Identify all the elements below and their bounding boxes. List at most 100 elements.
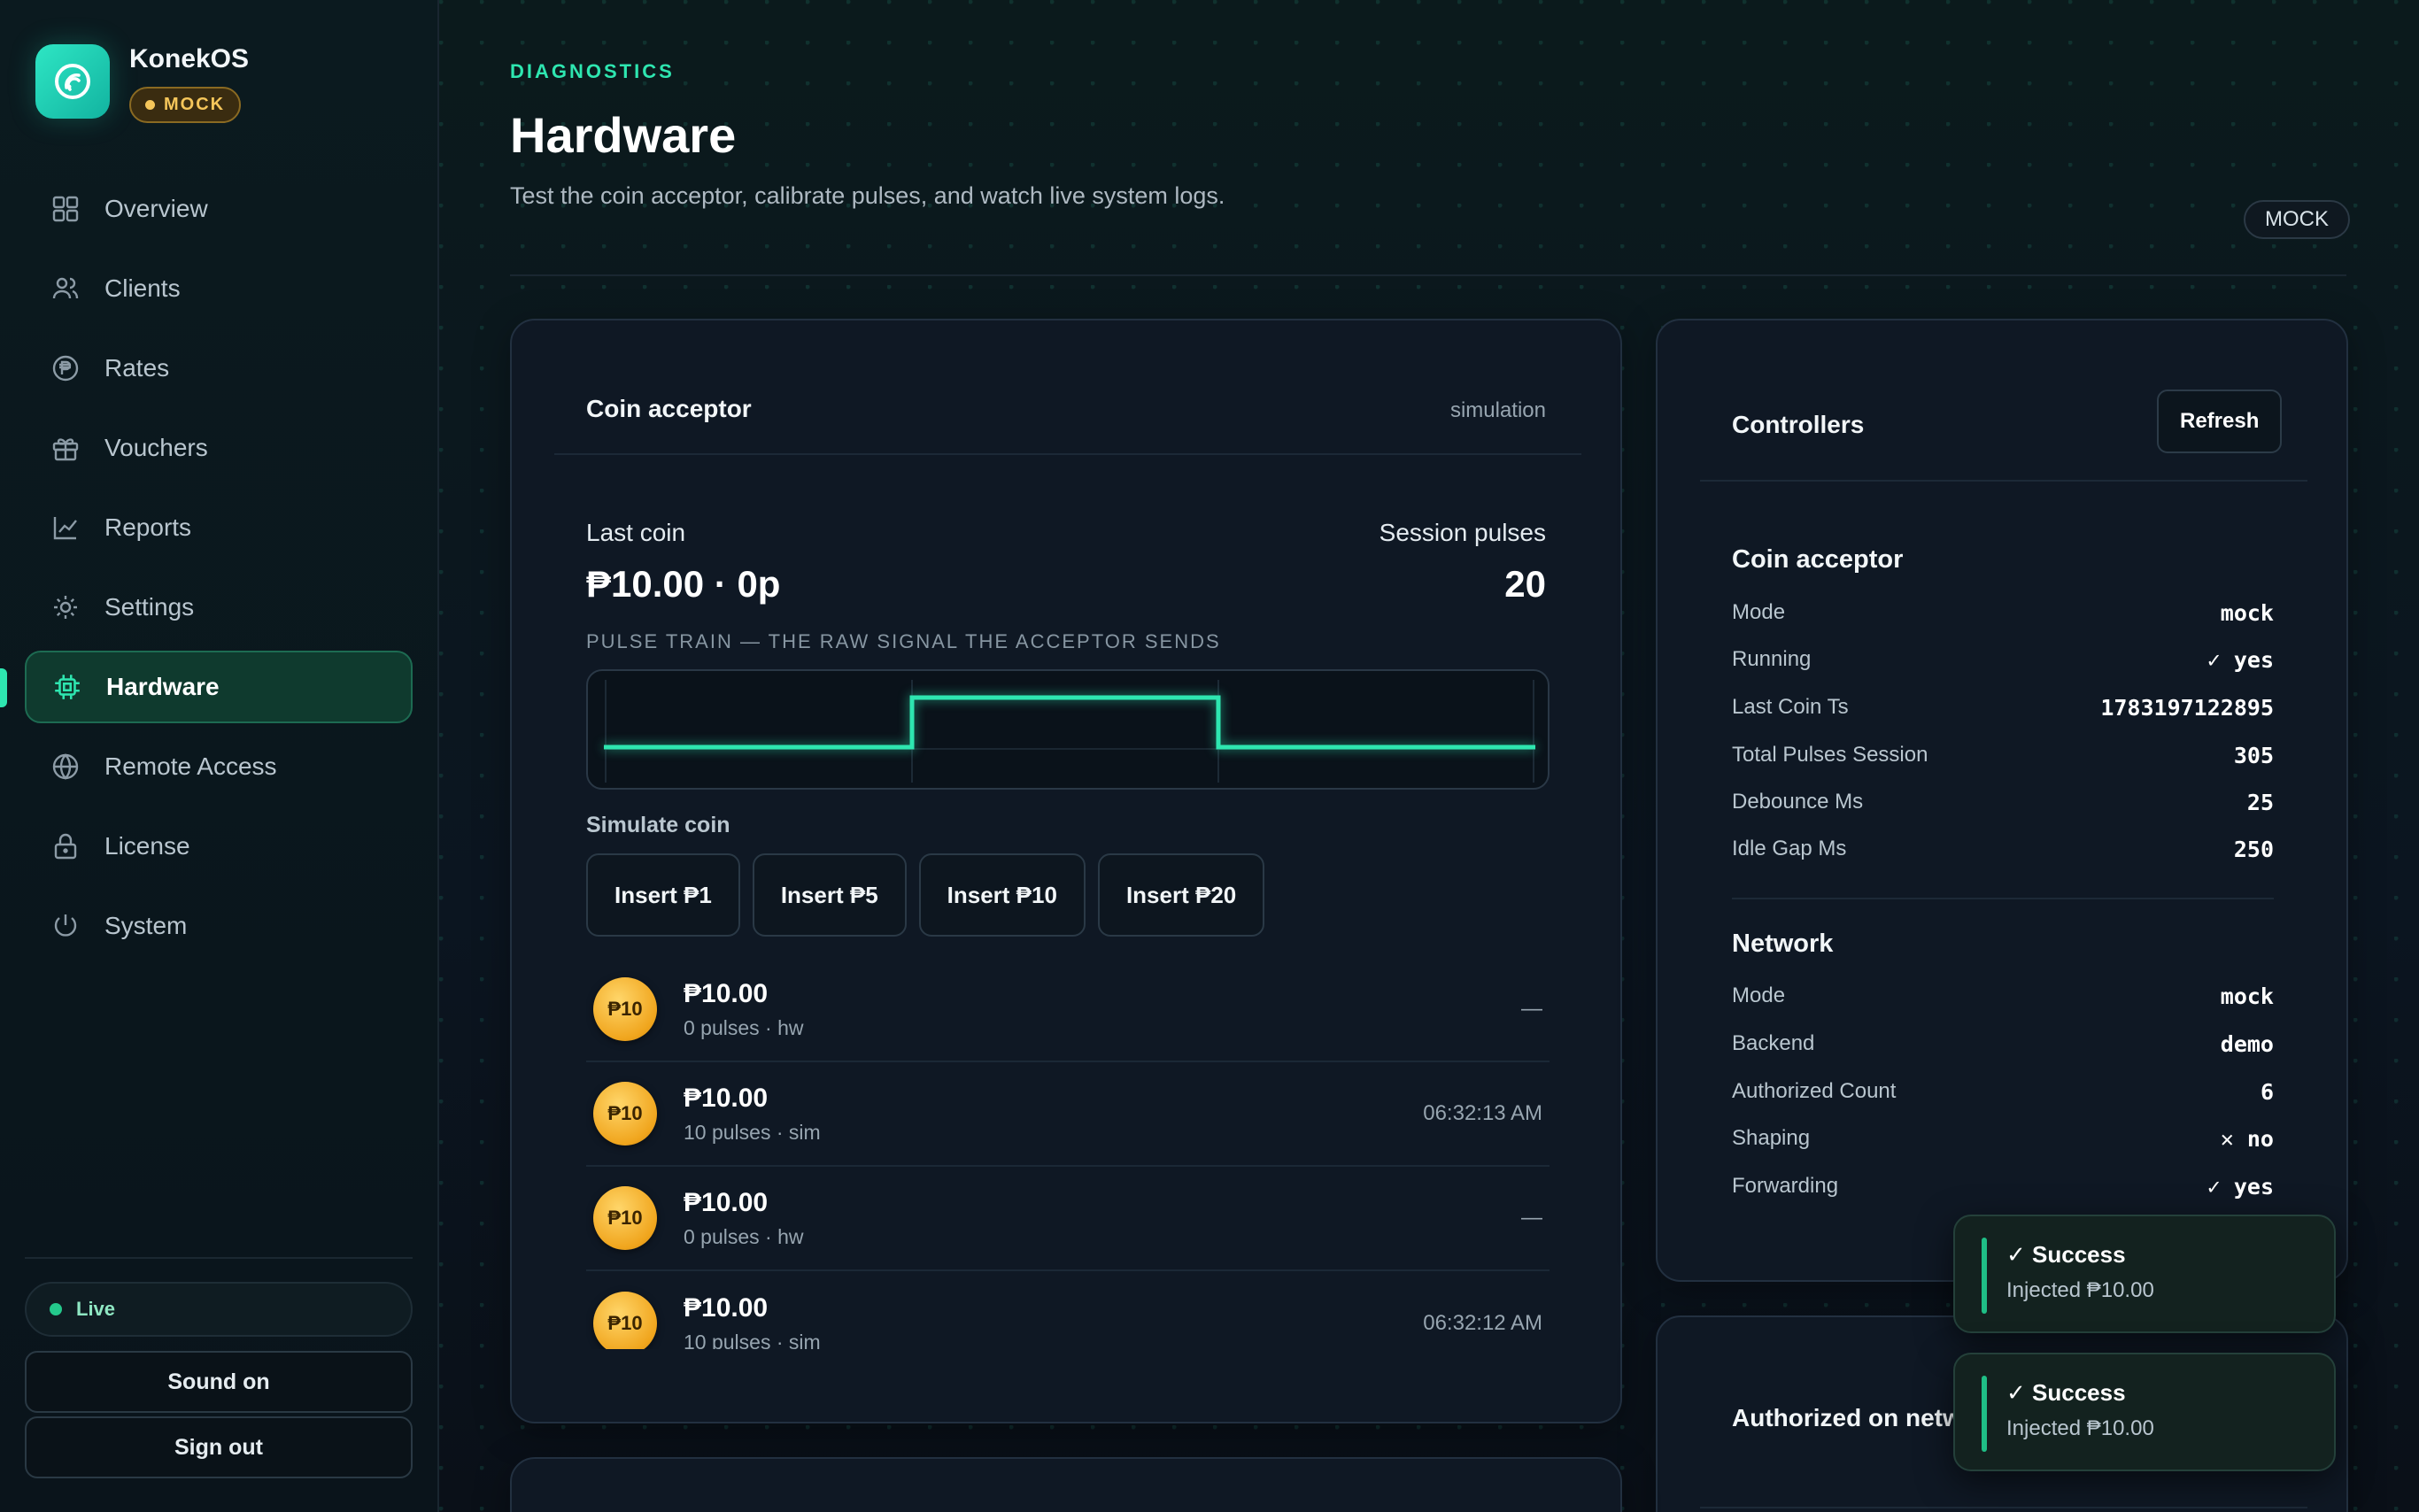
kv-key: Mode (1732, 984, 1786, 1007)
section-divider (1732, 898, 2274, 899)
coin-acceptor-card: Coin acceptor simulation Last coin ₱10.0… (510, 319, 1622, 1423)
brand-name: KonekOS (129, 44, 250, 73)
sidebar-item-label: Overview (104, 195, 208, 222)
sign-out-button[interactable]: Sign out (25, 1416, 413, 1478)
kv-row: Shaping ✕ no (1732, 1121, 2274, 1156)
card-divider (1700, 480, 2307, 482)
sidebar-item-reports[interactable]: Reports (25, 491, 413, 564)
page-subtitle: Test the coin acceptor, calibrate pulses… (510, 182, 1225, 209)
toast-title: ✓ Success (2006, 1379, 2126, 1406)
kv-key: Idle Gap Ms (1732, 837, 1847, 860)
kv-key: Last Coin Ts (1732, 695, 1849, 719)
sidebar-item-label: Rates (104, 354, 170, 382)
chip-icon (51, 671, 83, 703)
simulate-coin-label: Simulate coin (586, 813, 730, 837)
card-divider (554, 453, 1581, 455)
insert-5-button[interactable]: Insert ₱5 (752, 853, 907, 937)
status-dot-icon (145, 100, 155, 110)
insert-10-button[interactable]: Insert ₱10 (918, 853, 1086, 937)
success-toast[interactable]: ✓ Success Injected ₱10.00 (1953, 1215, 2336, 1333)
sidebar-item-remote-access[interactable]: Remote Access (25, 730, 413, 803)
coin-icon: ₱10 (593, 1186, 657, 1250)
kv-row: Idle Gap Ms 250 (1732, 831, 2274, 867)
kv-value: demo (2220, 1030, 2274, 1057)
power-icon (50, 910, 81, 942)
mode-label: simulation (1449, 398, 1546, 422)
sidebar-item-system[interactable]: System (25, 890, 413, 962)
kv-value: 305 (2233, 742, 2274, 768)
list-item: ₱10 ₱10.00 0 pulses · hw — (586, 958, 1550, 1062)
sidebar-item-label: System (104, 912, 188, 939)
kv-row: Mode mock (1732, 978, 2274, 1014)
active-nav-marker (0, 668, 7, 707)
sound-toggle-button[interactable]: Sound on (25, 1351, 413, 1413)
chart-icon (50, 512, 81, 544)
header-mode-badge: MOCK (2244, 200, 2350, 239)
coin-time: 06:32:13 AM (1423, 1101, 1542, 1125)
coin-meta: 0 pulses · hw (684, 1224, 804, 1248)
kv-key: Running (1732, 647, 1812, 671)
pulse-train-label: PULSE TRAIN — THE RAW SIGNAL THE ACCEPTO… (586, 630, 1221, 652)
sidebar-item-overview[interactable]: Overview (25, 173, 413, 245)
coin-amount: ₱10.00 (684, 1187, 769, 1217)
coin-icon: ₱10 (593, 1292, 657, 1349)
kv-value: ✕ no (2220, 1125, 2274, 1152)
brand: KonekOS MOCK (35, 44, 249, 123)
coin-time: 06:32:12 AM (1423, 1311, 1542, 1335)
sidebar-item-hardware[interactable]: Hardware (25, 651, 413, 723)
kv-key: Total Pulses Session (1732, 743, 1928, 767)
sidebar-item-rates[interactable]: Rates (25, 332, 413, 405)
sidebar-footer: Live Sound on Sign out (25, 1257, 413, 1478)
sidebar-item-label: Reports (104, 513, 192, 541)
kv-key: Shaping (1732, 1126, 1811, 1150)
card-title: Coin acceptor (586, 395, 752, 422)
list-item: ₱10 ₱10.00 0 pulses · hw — (586, 1167, 1550, 1271)
session-pulses-label: Session pulses (1379, 519, 1546, 546)
sidebar-item-settings[interactable]: Settings (25, 571, 413, 644)
kv-row: Running ✓ yes (1732, 642, 2274, 677)
kv-value: 25 (2246, 789, 2274, 815)
simulate-buttons: Insert ₱1 Insert ₱5 Insert ₱10 Insert ₱2… (586, 853, 1277, 937)
coin-time: — (1521, 1206, 1542, 1230)
sidebar-item-vouchers[interactable]: Vouchers (25, 412, 413, 484)
lock-icon (50, 830, 81, 862)
kv-value: ✓ yes (2206, 1173, 2274, 1200)
network-section-title: Network (1732, 930, 1834, 958)
live-label: Live (76, 1298, 116, 1320)
kv-key: Debounce Ms (1732, 790, 1864, 814)
sidebar-item-license[interactable]: License (25, 810, 413, 883)
page-eyebrow: DIAGNOSTICS (510, 60, 675, 82)
kv-row: Total Pulses Session 305 (1732, 737, 2274, 773)
coin-amount: ₱10.00 (684, 978, 769, 1008)
kv-key: Forwarding (1732, 1174, 1839, 1198)
sidebar: KonekOS MOCK Overview Clients Rates Vouc… (0, 0, 439, 1512)
coin-log-list: ₱10 ₱10.00 0 pulses · hw — ₱10 ₱10.00 10… (586, 958, 1550, 1349)
sidebar-item-label: Vouchers (104, 434, 208, 461)
kv-value: 250 (2233, 836, 2274, 862)
card-title: Controllers (1732, 411, 1865, 438)
sidebar-item-label: Hardware (106, 673, 220, 700)
kv-row: Debounce Ms 25 (1732, 784, 2274, 820)
kv-row: Authorized Count 6 (1732, 1074, 2274, 1109)
list-item: ₱10 ₱10.00 10 pulses · sim 06:32:13 AM (586, 1062, 1550, 1167)
controllers-card: Controllers Refresh Coin acceptor Mode m… (1656, 319, 2348, 1282)
kv-row: Mode mock (1732, 595, 2274, 630)
sidebar-item-label: Settings (104, 593, 195, 621)
insert-20-button[interactable]: Insert ₱20 (1097, 853, 1265, 937)
mode-badge-label: MOCK (164, 95, 226, 114)
sidebar-nav: Overview Clients Rates Vouchers Reports (25, 173, 413, 969)
coin-meta: 0 pulses · hw (684, 1015, 804, 1039)
kv-key: Authorized Count (1732, 1079, 1897, 1103)
refresh-button[interactable]: Refresh (2157, 390, 2283, 453)
divider (25, 1257, 413, 1259)
last-coin-label: Last coin (586, 519, 686, 546)
sidebar-item-clients[interactable]: Clients (25, 252, 413, 325)
card-title: Authorized on netw (1732, 1404, 1962, 1431)
success-toast[interactable]: ✓ Success Injected ₱10.00 (1953, 1353, 2336, 1471)
kv-value: ✓ yes (2206, 646, 2274, 673)
kv-row: Forwarding ✓ yes (1732, 1169, 2274, 1204)
gift-icon (50, 432, 81, 464)
kv-value: mock (2220, 983, 2274, 1009)
header-divider (510, 274, 2346, 276)
insert-1-button[interactable]: Insert ₱1 (586, 853, 740, 937)
